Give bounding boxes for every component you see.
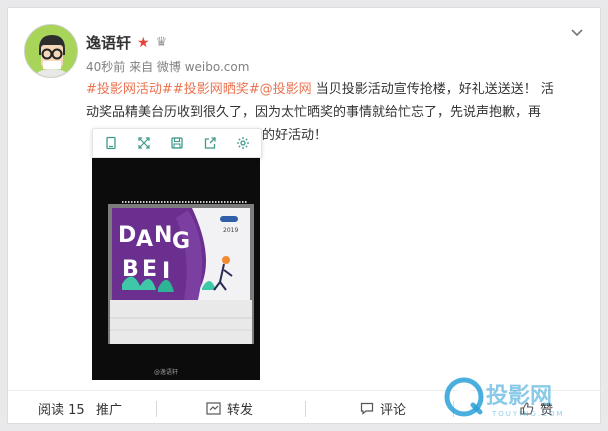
- calendar-letter-g: G: [172, 229, 190, 254]
- action-separator: [156, 401, 157, 417]
- avatar-illustration: [25, 25, 77, 77]
- calendar-year: 2019: [223, 227, 238, 234]
- repost-icon: [206, 401, 221, 415]
- calendar-letter-d: D: [118, 223, 136, 248]
- username-link[interactable]: 逸语轩: [86, 32, 131, 53]
- promote-label: 推广: [96, 402, 123, 418]
- calendar-photo: D A N G B E I 2019 @逸语轩: [92, 158, 260, 380]
- hashtag-activity[interactable]: #投影网活动#: [86, 82, 173, 97]
- comment-label: 评论: [380, 402, 407, 418]
- weibo-post-card: 逸语轩 ★ ♛ 40秒前 来自 微博 weibo.com #投影网活动##投影网…: [7, 7, 602, 425]
- brand-name-en: TOUYING.COM: [491, 410, 565, 418]
- user-avatar[interactable]: [24, 24, 78, 78]
- repost-button[interactable]: 转发: [206, 391, 253, 425]
- mention-link[interactable]: @投影网: [260, 82, 312, 97]
- calendar-letter-e: E: [142, 257, 157, 282]
- action-separator: [305, 401, 306, 417]
- read-count: 阅读 15: [38, 391, 85, 425]
- image-toolbar: [92, 128, 262, 158]
- chevron-down-icon[interactable]: [570, 26, 584, 40]
- comment-icon: [360, 402, 374, 415]
- image-watermark: @逸语轩: [154, 368, 178, 376]
- post-text-line-1-rest: 当贝投影活动宣传抢楼，好礼送送送！ 活: [311, 82, 554, 97]
- crown-icon[interactable]: ♛: [156, 35, 168, 50]
- share-icon[interactable]: [198, 131, 222, 155]
- calendar-letter-a: A: [136, 227, 153, 252]
- calendar-letter-b: B: [122, 257, 139, 282]
- post-image[interactable]: D A N G B E I 2019 @逸语轩: [92, 158, 260, 380]
- repost-label: 转发: [227, 402, 254, 418]
- hashtag-showcase[interactable]: #投影网晒奖#: [173, 82, 260, 97]
- post-text-line-1: #投影网活动##投影网晒奖#@投影网 当贝投影活动宣传抢楼，好礼送送送！ 活: [86, 78, 594, 101]
- expand-icon[interactable]: [132, 131, 156, 155]
- settings-icon[interactable]: [231, 131, 255, 155]
- brand-name-cn: 投影网: [486, 384, 552, 409]
- save-icon[interactable]: [165, 131, 189, 155]
- read-count-label: 阅读 15: [38, 402, 85, 418]
- promote-button[interactable]: 推广: [96, 391, 122, 425]
- post-author: 逸语轩 ★ ♛: [86, 32, 167, 53]
- vip-star-icon[interactable]: ★: [137, 35, 150, 51]
- comment-button[interactable]: 评论: [360, 391, 406, 425]
- calendar-letter-i: I: [162, 259, 170, 284]
- post-text-line-2: 动奖品精美台历收到很久了，因为太忙晒奖的事情就给忙忘了，先说声抱歉，再: [86, 105, 542, 120]
- view-original-icon[interactable]: [99, 131, 123, 155]
- calendar-letter-n: N: [154, 223, 172, 248]
- post-text-line-3-visible: 的好活动！: [262, 128, 328, 143]
- touying-brand-watermark: 投影网 TOUYING.COM: [444, 377, 565, 418]
- post-meta: 40秒前 来自 微博 weibo.com: [86, 60, 250, 74]
